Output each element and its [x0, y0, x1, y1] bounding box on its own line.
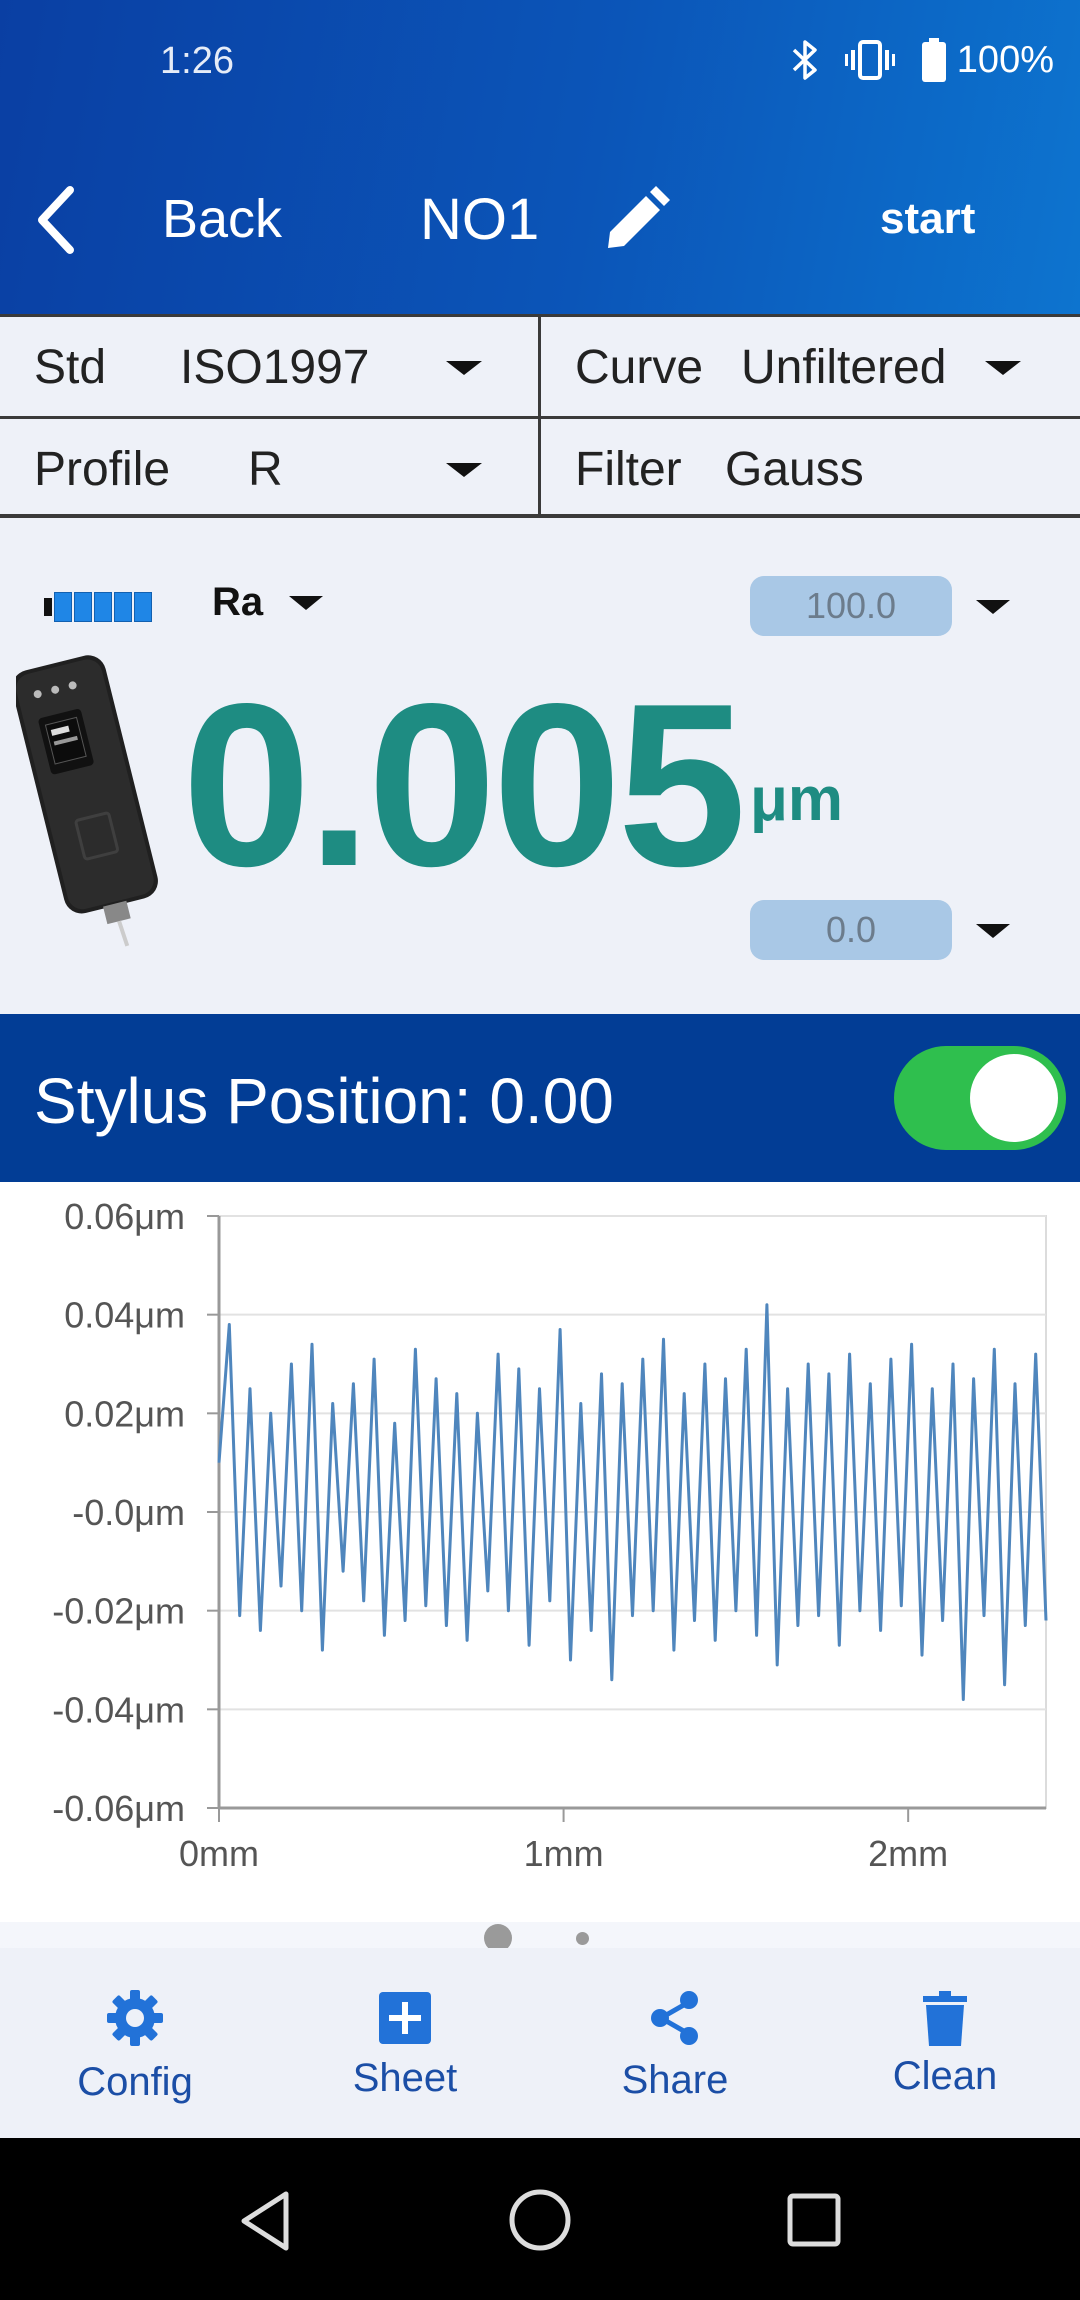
start-button[interactable]: start	[880, 194, 975, 244]
app-screen: 1:26 100% Back NO1 start Std ISO1997 Cur…	[0, 0, 1080, 2300]
back-button[interactable]	[30, 180, 80, 260]
chevron-down-icon	[446, 463, 482, 477]
gear-icon	[107, 1990, 163, 2046]
vibrate-icon	[844, 40, 895, 80]
share-label: Share	[621, 2058, 729, 2102]
upper-limit-field[interactable]: 100.0	[750, 576, 952, 636]
system-back-icon[interactable]	[236, 2190, 296, 2252]
bluetooth-icon	[792, 40, 817, 80]
curve-value: Unfiltered	[741, 340, 947, 394]
system-home-icon[interactable]	[508, 2188, 572, 2252]
chevron-down-icon	[446, 361, 482, 375]
parameter-select[interactable]: Ra	[212, 580, 324, 625]
chevron-down-icon	[289, 595, 324, 610]
share-icon	[651, 1991, 698, 2045]
system-navigation-bar	[0, 2138, 1080, 2300]
curve-label: Curve	[575, 340, 704, 394]
lower-limit-dropdown-icon[interactable]	[976, 924, 1010, 938]
upper-limit-dropdown-icon[interactable]	[976, 600, 1010, 614]
y-tick-label: 0.04μm	[64, 1295, 185, 1336]
profile-value: R	[248, 442, 283, 496]
page-dot[interactable]	[576, 1932, 589, 1945]
stylus-toggle[interactable]	[894, 1046, 1066, 1150]
stylus-position-label: Stylus Position: 0.00	[34, 1065, 614, 1137]
measurement-value: 0.005	[182, 656, 747, 915]
battery-percent: 100%	[956, 38, 1054, 81]
status-icons: 100%	[791, 38, 1054, 82]
page-title: NO1	[420, 187, 540, 252]
toggle-knob	[970, 1054, 1058, 1142]
y-tick-label: -0.0μm	[72, 1492, 185, 1533]
battery-icon	[921, 38, 946, 82]
profile-select[interactable]: Profile R	[0, 419, 538, 519]
filter-value: Gauss	[725, 442, 864, 496]
filter-select[interactable]: Filter Gauss	[541, 419, 1080, 519]
chevron-left-icon	[38, 186, 74, 254]
back-label[interactable]: Back	[162, 188, 282, 250]
x-tick-label: 0mm	[179, 1833, 259, 1874]
pencil-icon	[608, 186, 670, 248]
profile-chart[interactable]: 0.06μm 0.04μm 0.02μm -0.0μm -0.02μm -0.04μm -0…	[0, 1182, 1080, 1922]
edit-title-button[interactable]	[600, 186, 670, 256]
std-label: Std	[34, 340, 107, 394]
parameter-label: Ra	[212, 580, 264, 624]
probe-battery-icon	[44, 592, 152, 622]
roughness-tester-image	[16, 655, 158, 947]
y-tick-label: -0.06μm	[52, 1788, 185, 1829]
y-tick-label: 0.02μm	[64, 1393, 185, 1434]
sheet-label: Sheet	[352, 2056, 458, 2100]
profile-series-line	[217, 1303, 1048, 1701]
filter-label: Filter	[575, 442, 682, 496]
profile-label: Profile	[34, 442, 171, 496]
plus-square-icon	[379, 1992, 431, 2044]
system-recents-icon[interactable]	[786, 2192, 842, 2248]
config-button[interactable]: Config	[0, 1948, 270, 2138]
std-value: ISO1997	[180, 340, 370, 394]
chevron-down-icon	[985, 361, 1021, 375]
std-select[interactable]: Std ISO1997	[0, 317, 538, 417]
stylus-position-bar: Stylus Position: 0.00	[0, 1014, 1080, 1182]
profile-chart-svg: 0.06μm 0.04μm 0.02μm -0.0μm -0.02μm -0.04μm -0…	[52, 1196, 1048, 1874]
config-label: Config	[77, 2060, 193, 2104]
y-tick-label: -0.02μm	[52, 1591, 185, 1632]
y-tick-label: -0.04μm	[52, 1689, 185, 1730]
lower-limit-field[interactable]: 0.0	[750, 900, 952, 960]
x-tick-label: 1mm	[524, 1833, 604, 1874]
y-tick-label: 0.06μm	[64, 1196, 185, 1237]
reading-panel: Ra 100.0 0.0 0.005 μm	[0, 518, 1080, 1014]
curve-select[interactable]: Curve Unfiltered	[541, 317, 1080, 417]
trash-icon	[923, 1991, 967, 2046]
app-header: 1:26 100% Back NO1 start	[0, 0, 1080, 314]
clean-label: Clean	[892, 2054, 998, 2098]
x-tick-label: 2mm	[868, 1833, 948, 1874]
clean-button[interactable]: Clean	[810, 1948, 1080, 2138]
status-time: 1:26	[160, 40, 234, 82]
measurement-unit: μm	[750, 765, 844, 834]
page-indicator	[0, 1922, 1080, 1952]
sheet-button[interactable]: Sheet	[270, 1948, 540, 2138]
share-button[interactable]: Share	[540, 1948, 810, 2138]
bottom-navigation: Config Sheet Share Clean	[0, 1948, 1080, 2138]
measurement-settings: Std ISO1997 Curve Unfiltered Profile R F…	[0, 314, 1080, 518]
